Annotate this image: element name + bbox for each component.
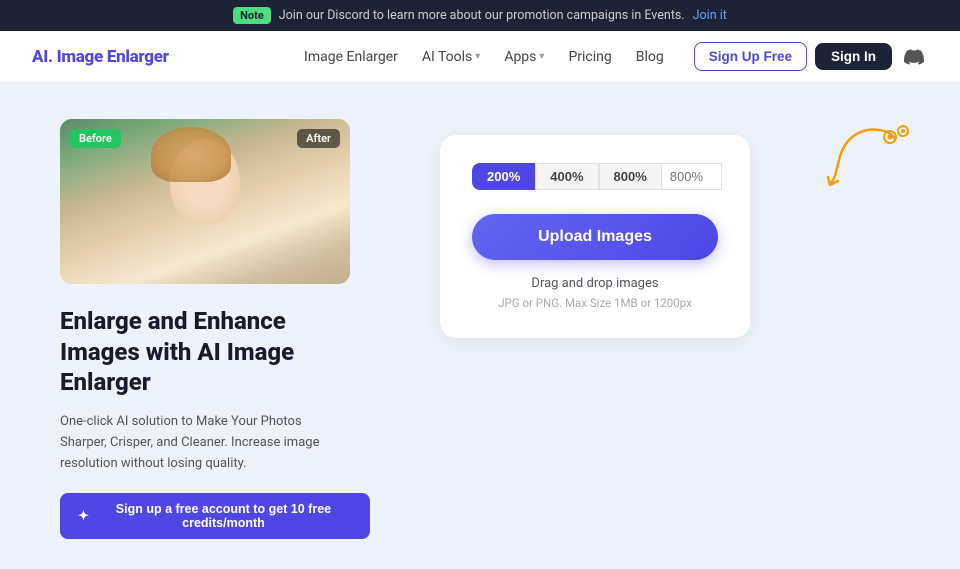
hero-description: One-click AI solution to Make Your Photo… (60, 412, 345, 474)
announcement-text: Join our Discord to learn more about our… (279, 8, 685, 23)
navbar: AI. Image Enlarger Image Enlarger AI Too… (0, 31, 960, 83)
nav-logo: AI. Image Enlarger (32, 47, 169, 67)
chevron-down-icon: ▾ (539, 51, 544, 62)
discord-icon[interactable] (900, 43, 928, 71)
signin-button[interactable]: Sign In (815, 43, 892, 70)
upload-images-button[interactable]: Upload Images (472, 214, 718, 260)
upload-card: 200% 400% 800% Upload Images Drag and dr… (440, 135, 750, 338)
before-badge: Before (70, 129, 121, 148)
zoom-400-button[interactable]: 400% (535, 163, 598, 190)
main-content: Before After Enlarge and Enhance Images … (0, 83, 960, 569)
chevron-down-icon: ▾ (475, 51, 480, 62)
signup-free-button[interactable]: Sign Up Free (694, 42, 807, 71)
star-icon: ✦ (78, 508, 89, 524)
nav-pricing[interactable]: Pricing (558, 43, 621, 71)
zoom-800-button[interactable]: 800% (599, 163, 662, 190)
hero-title: Enlarge and Enhance Images with AI Image… (60, 306, 370, 398)
right-section: 200% 400% 800% Upload Images Drag and dr… (410, 119, 900, 338)
nav-image-enlarger[interactable]: Image Enlarger (294, 43, 408, 71)
arrow-doodle (810, 119, 910, 189)
announcement-bar: Note Join our Discord to learn more abou… (0, 0, 960, 31)
nav-apps[interactable]: Apps ▾ (494, 43, 554, 71)
file-info-text: JPG or PNG. Max Size 1MB or 1200px (472, 296, 718, 310)
note-badge: Note (233, 7, 271, 24)
before-after-image: Before After (60, 119, 350, 284)
nav-blog[interactable]: Blog (626, 43, 674, 71)
left-section: Before After Enlarge and Enhance Images … (60, 119, 370, 539)
nav-links: Image Enlarger AI Tools ▾ Apps ▾ Pricing… (294, 43, 674, 71)
signup-cta-button[interactable]: ✦ Sign up a free account to get 10 free … (60, 493, 370, 539)
zoom-custom-input[interactable] (662, 163, 722, 190)
after-badge: After (297, 129, 340, 148)
zoom-buttons: 200% 400% 800% (472, 163, 718, 190)
nav-actions: Sign Up Free Sign In (694, 42, 928, 71)
signup-cta-label: Sign up a free account to get 10 free cr… (95, 502, 352, 530)
drag-drop-text: Drag and drop images (472, 276, 718, 291)
zoom-200-button[interactable]: 200% (472, 163, 535, 190)
nav-ai-tools[interactable]: AI Tools ▾ (412, 43, 490, 71)
announcement-link[interactable]: Join it (693, 8, 727, 23)
